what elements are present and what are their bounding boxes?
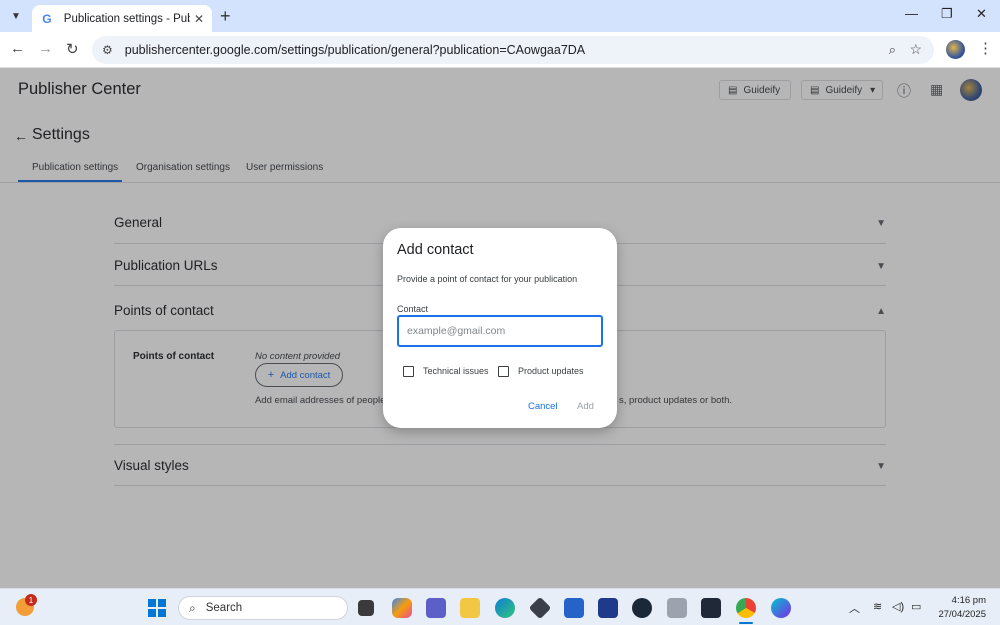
app-arrow-icon[interactable] — [701, 598, 721, 618]
dialog-subtitle: Provide a point of contact for your publ… — [397, 274, 578, 284]
windows-taskbar: 1 ⌕ Search ︿ ≋ ◁) ▭ 4:16 pm 27/04/2025 — [0, 588, 1000, 625]
browser-tab-bar: ▼ G Publication settings - Publisher ✕ +… — [0, 0, 1000, 32]
store-app-icon[interactable] — [564, 598, 584, 618]
volume-icon[interactable]: ◁) — [892, 600, 904, 613]
forward-icon[interactable]: → — [38, 40, 53, 57]
active-app-indicator — [739, 622, 753, 624]
tab-title: Publication settings - Publisher — [63, 12, 190, 25]
clock-date[interactable]: 27/04/2025 — [936, 609, 986, 620]
dialog-title: Add contact — [397, 242, 474, 258]
technical-issues-checkbox[interactable] — [403, 366, 414, 377]
google-favicon-icon: G — [42, 11, 52, 26]
reload-icon[interactable]: ↻ — [66, 40, 79, 58]
windows-start-icon[interactable] — [148, 599, 166, 617]
close-tab-icon[interactable]: ✕ — [194, 12, 204, 26]
clock-time[interactable]: 4:16 pm — [946, 595, 986, 606]
zoom-icon[interactable]: ⌕ — [889, 42, 896, 58]
battery-icon[interactable]: ▭ — [911, 600, 921, 613]
product-updates-label[interactable]: Product updates — [518, 366, 584, 376]
browser-tab[interactable]: G Publication settings - Publisher ✕ — [32, 5, 212, 32]
back-icon[interactable]: ← — [10, 40, 25, 57]
app-m-icon[interactable] — [598, 598, 618, 618]
close-window-icon[interactable]: ✕ — [976, 6, 987, 22]
browser-profile-avatar[interactable] — [946, 40, 965, 59]
taskbar-search-label: Search — [205, 602, 243, 614]
steam-app-icon[interactable] — [632, 598, 652, 618]
browser-toolbar: ← → ↻ ⚙ publishercenter.google.com/setti… — [0, 32, 1000, 68]
network-app-icon[interactable] — [667, 598, 687, 618]
tab-search-icon[interactable]: ▼ — [6, 6, 26, 26]
contact-field-label: Contact — [397, 304, 429, 314]
contact-email-input[interactable] — [397, 315, 603, 347]
add-contact-dialog: Add contact Provide a point of contact f… — [383, 228, 617, 428]
canva-app-icon[interactable] — [771, 598, 791, 618]
add-button[interactable]: Add — [577, 401, 594, 412]
new-tab-button[interactable]: + — [220, 6, 231, 27]
wifi-icon[interactable]: ≋ — [873, 600, 882, 613]
url-text[interactable]: publishercenter.google.com/settings/publ… — [125, 43, 585, 57]
restore-icon[interactable]: ❐ — [941, 6, 953, 22]
cancel-button[interactable]: Cancel — [528, 401, 558, 412]
product-updates-checkbox[interactable] — [498, 366, 509, 377]
minimize-icon[interactable]: — — [905, 6, 918, 21]
technical-issues-label[interactable]: Technical issues — [423, 366, 489, 376]
app-cube-icon[interactable] — [528, 596, 552, 620]
edge-browser-icon[interactable] — [495, 598, 515, 618]
teams-app-icon[interactable] — [426, 598, 446, 618]
browser-menu-icon[interactable]: ⋮ — [978, 39, 993, 57]
terminal-app-icon[interactable] — [358, 600, 374, 616]
notification-badge: 1 — [25, 594, 37, 606]
copilot-app-icon[interactable] — [392, 598, 412, 618]
file-explorer-icon[interactable] — [460, 598, 480, 618]
address-bar[interactable]: ⚙ publishercenter.google.com/settings/pu… — [92, 36, 934, 64]
tray-overflow-icon[interactable]: ︿ — [849, 600, 860, 616]
bookmark-star-icon[interactable]: ☆ — [909, 41, 922, 58]
chrome-app-icon[interactable] — [736, 598, 756, 618]
site-info-icon[interactable]: ⚙ — [102, 43, 113, 57]
taskbar-search[interactable]: ⌕ Search — [178, 596, 348, 620]
search-icon: ⌕ — [189, 600, 196, 615]
